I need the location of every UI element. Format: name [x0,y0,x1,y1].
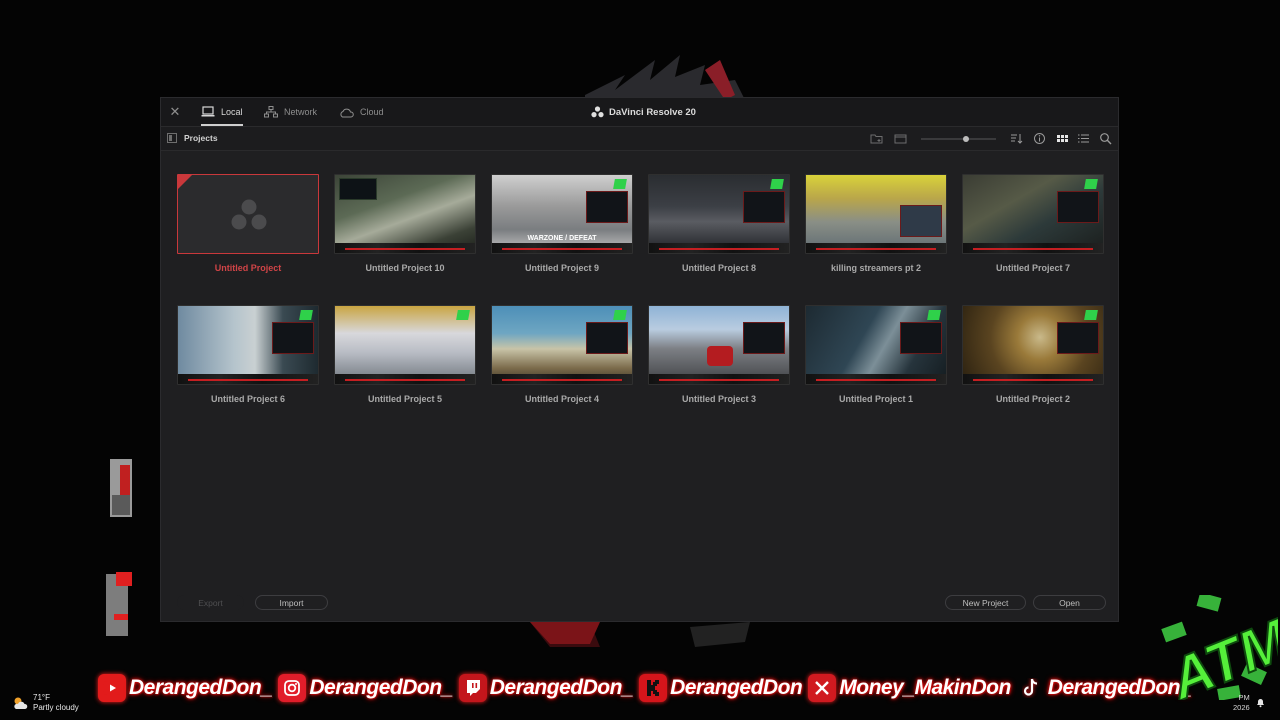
tab-cloud[interactable]: Cloud [339,98,384,126]
project-thumbnail[interactable] [491,305,633,385]
background-red-graphic [530,622,750,647]
tab-network[interactable]: Network [264,98,317,126]
project-name: Untitled Project 5 [367,394,442,404]
weather-temperature: 71°F [33,693,50,702]
app-title-text: DaVinci Resolve 20 [609,106,696,118]
project-thumbnail[interactable] [805,174,947,254]
tab-label: Local [221,107,243,117]
atm-logo-text: ATM [1159,606,1278,700]
project-thumbnail[interactable] [805,305,947,385]
info-icon[interactable] [1033,132,1046,145]
project-card[interactable]: Untitled Project 4 [491,305,633,404]
tab-label: Cloud [360,107,384,117]
cloud-icon [340,108,354,117]
weather-condition: Partly cloudy [33,703,79,712]
side-decoration-graphic [106,572,132,636]
project-name: Untitled Project 2 [995,394,1070,404]
slider-knob[interactable] [963,136,969,142]
project-name: Untitled Project 10 [365,263,445,273]
project-name: Untitled Project 8 [681,263,756,273]
project-card[interactable]: Untitled Project 3 [648,305,790,404]
tab-label: Network [284,107,318,117]
notification-bell-icon[interactable] [1255,697,1266,708]
thumbnail-size-slider[interactable] [921,136,996,142]
project-card[interactable]: Untitled Project 6 [177,305,319,404]
project-card[interactable]: Untitled Project 2 [962,305,1104,404]
project-card[interactable]: Untitled Project 7 [962,174,1104,273]
taskbar [0,690,1280,720]
export-button[interactable]: Export [177,595,244,610]
project-thumbnail[interactable] [648,305,790,385]
project-manager-window: ✕ Local Network Cloud DaVinci Resolve 20… [160,97,1119,622]
project-card[interactable]: Untitled Project 10 [334,174,476,273]
selected-corner-flag [178,175,192,189]
thumbnail-overlay-text: WARZONE / DEFEAT [527,235,597,242]
project-card[interactable]: killing streamers pt 2 [805,174,947,273]
project-thumbnail[interactable] [334,305,476,385]
project-thumbnail[interactable] [962,305,1104,385]
project-thumbnail[interactable] [648,174,790,254]
folder-icon[interactable] [894,132,907,145]
partly-cloudy-icon [12,695,28,711]
project-name: Untitled Project 6 [210,394,285,404]
taskbar-clock[interactable]: PM 2026 [1233,693,1250,713]
project-card[interactable]: Untitled Project 5 [334,305,476,404]
title-bar: ✕ Local Network Cloud DaVinci Resolve 20 [161,98,1118,127]
network-icon [264,106,278,118]
project-name: Untitled Project 1 [838,394,913,404]
project-card[interactable]: WARZONE / DEFEAT Untitled Project 9 [491,174,633,273]
close-icon[interactable]: ✕ [167,104,183,120]
sort-icon[interactable] [1010,132,1023,145]
project-name: Untitled Project [214,263,282,273]
project-thumbnail[interactable] [177,174,319,254]
project-thumbnail[interactable] [334,174,476,254]
new-folder-icon[interactable] [870,132,883,145]
background-spikes-graphic [585,55,745,100]
clock-date: 2026 [1233,703,1250,712]
atm-logo: ATM [1158,595,1278,700]
project-card[interactable]: Untitled Project 8 [648,174,790,273]
projects-breadcrumb: Projects [184,133,218,143]
grid-view-icon[interactable] [1056,132,1069,145]
new-project-button[interactable]: New Project [945,595,1026,610]
sidebar-toggle-icon[interactable] [167,133,177,143]
project-name: Untitled Project 4 [524,394,599,404]
project-name: killing streamers pt 2 [830,263,922,273]
list-view-icon[interactable] [1077,132,1090,145]
davinci-logo-icon [591,106,604,118]
project-thumbnail[interactable] [962,174,1104,254]
weather-widget[interactable]: 71°F Partly cloudy [12,693,79,713]
project-name: Untitled Project 7 [995,263,1070,273]
import-button[interactable]: Import [255,595,328,610]
project-thumbnail[interactable]: WARZONE / DEFEAT [491,174,633,254]
car-shape [707,346,733,366]
project-thumbnail[interactable] [177,305,319,385]
open-button[interactable]: Open [1033,595,1106,610]
project-name: Untitled Project 3 [681,394,756,404]
project-card[interactable]: Untitled Project 1 [805,305,947,404]
search-icon[interactable] [1099,132,1112,145]
clock-time: PM [1238,693,1250,702]
laptop-icon [201,106,215,117]
project-name: Untitled Project 9 [524,263,599,273]
project-card[interactable]: Untitled Project [177,174,319,273]
app-title: DaVinci Resolve 20 [591,98,696,126]
tab-local[interactable]: Local [201,98,243,126]
side-decoration-graphic [110,459,132,517]
projects-toolbar: Projects [161,127,1118,151]
davinci-logo-icon [231,199,267,230]
